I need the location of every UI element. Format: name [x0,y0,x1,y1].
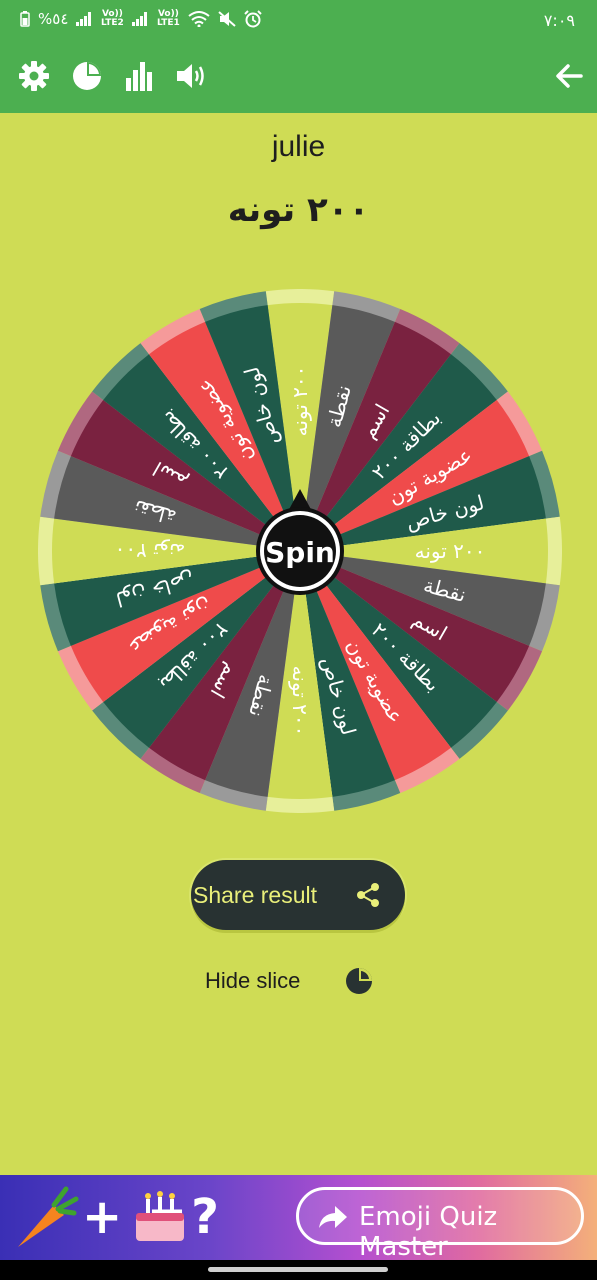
result-text: ٢٠٠ تونه [227,190,370,230]
spin-wheel[interactable]: ٢٠٠ تونهنقطة اسمبطاقة ٢٠٠عضوية تونلون خاص… [38,289,562,813]
share-arrow-icon [319,1206,347,1228]
share-result-label: Share result [193,882,318,908]
home-handle[interactable] [208,1267,388,1272]
hide-slice-label[interactable]: Hide slice [205,968,300,994]
wheel-slice-label: ٢٠٠ تونه [288,666,312,737]
ad-banner[interactable]: + =? Emoji Quiz Master [0,1175,597,1262]
sim1-label: Vo)) LTE1 [156,9,180,28]
wheel-slice-label: ٢٠٠ تونه [288,366,312,437]
pie-chart-icon[interactable] [344,966,374,996]
signal-icon [76,12,92,26]
cake-icon [136,1191,184,1241]
wheel-slice-label: ٢٠٠ تونه [115,539,186,563]
status-bar: %٥٤ Vo)) LTE2 Vo)) LTE1 ٧:٠٩ [0,0,597,44]
gear-icon[interactable] [16,58,52,94]
speaker-icon[interactable] [174,58,210,94]
back-arrow-icon[interactable] [551,58,587,94]
ad-install-button[interactable]: Emoji Quiz Master [296,1187,584,1262]
ad-button-label: Emoji Quiz Master [359,1202,498,1262]
status-indicators: %٥٤ Vo)) LTE2 Vo)) LTE1 [20,9,263,28]
toolbar [0,44,597,113]
clock: ٧:٠٩ [543,11,575,30]
system-nav-bar [0,1260,597,1280]
spin-label: Spin [265,536,335,569]
wheel-slice-label: ٢٠٠ تونه [415,539,486,563]
pie-chart-icon[interactable] [69,58,105,94]
wheel-title: julie [271,130,326,163]
carrot-icon [18,1186,79,1247]
alarm-icon [244,10,263,28]
wifi-icon [188,11,211,27]
sim2-label: Vo)) LTE2 [100,9,124,28]
bar-chart-icon[interactable] [122,58,158,94]
share-result-button[interactable]: Share result [191,860,405,930]
mute-icon [218,11,237,27]
signal-icon [132,12,148,26]
battery-percent: %٥٤ [38,10,69,28]
share-icon [357,883,379,907]
battery-icon [20,11,30,27]
